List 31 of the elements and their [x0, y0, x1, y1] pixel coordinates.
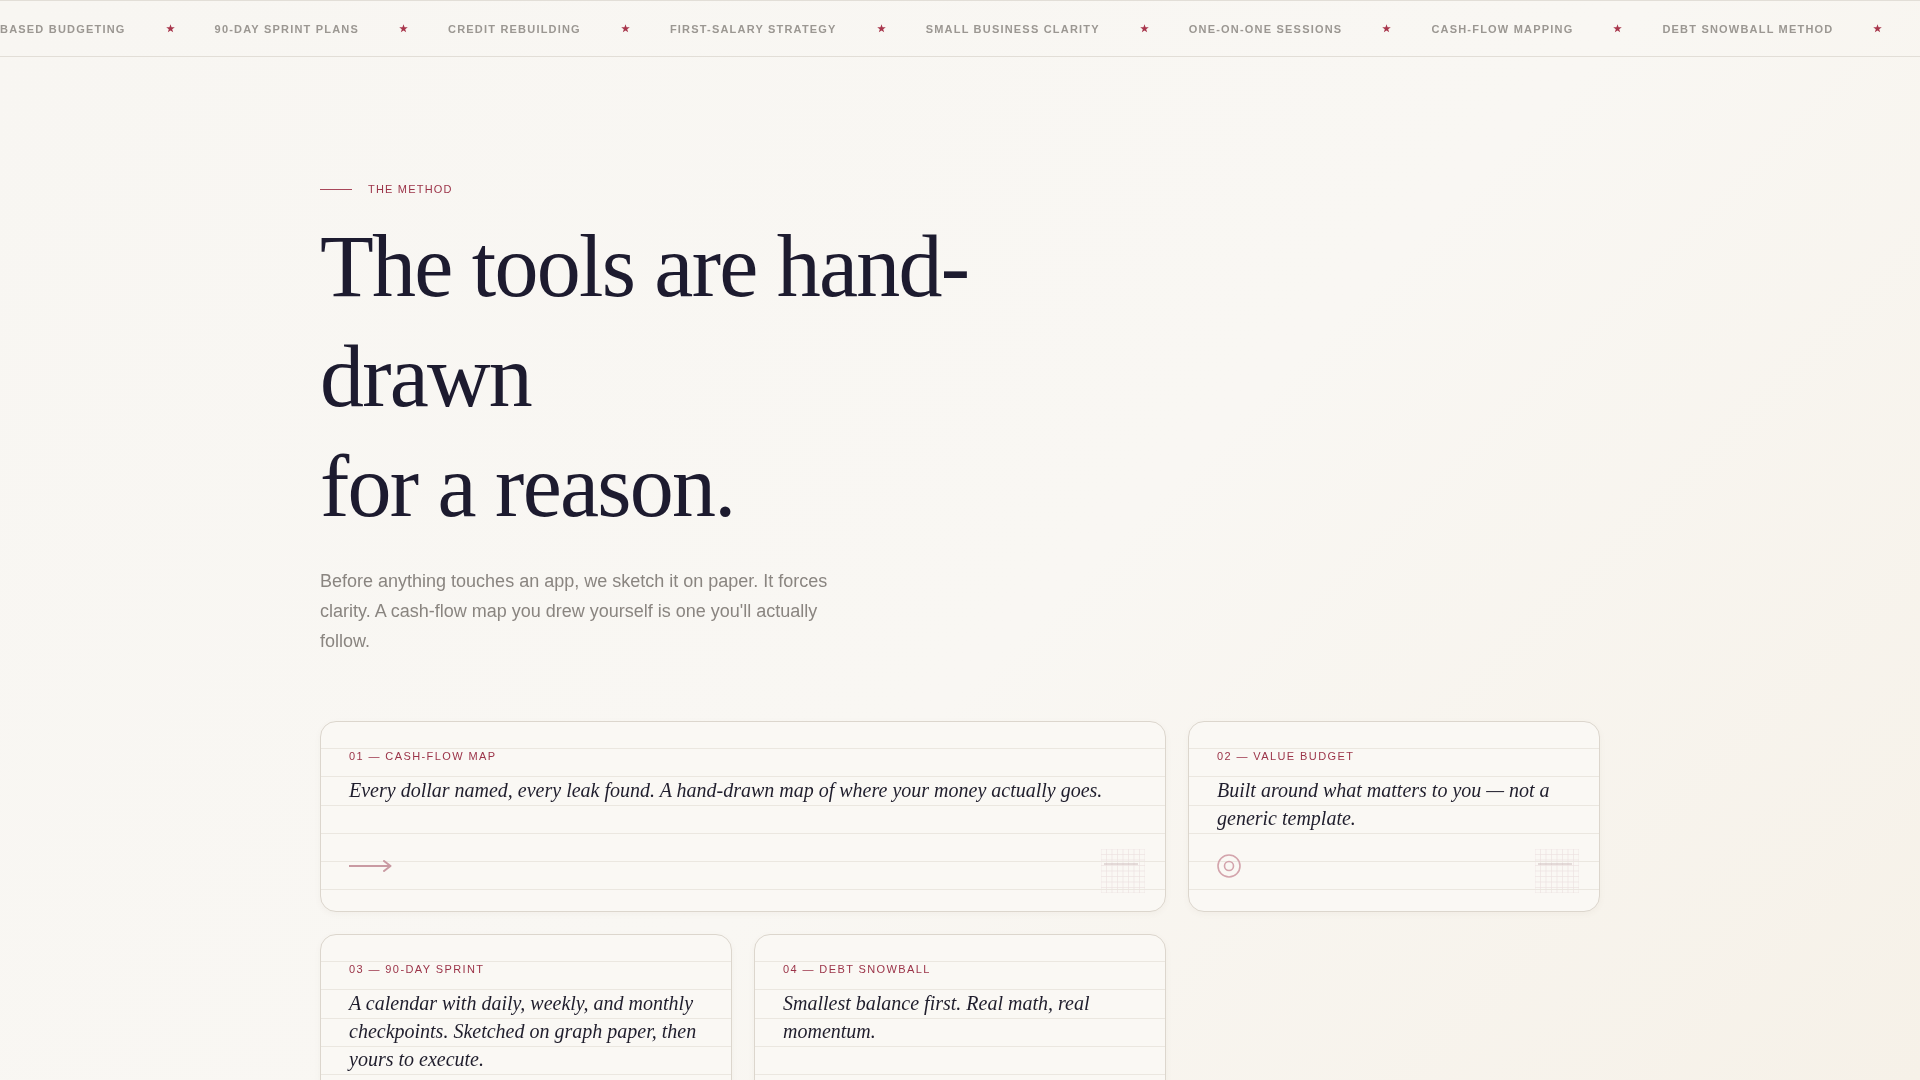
- ticker-item: CASH-FLOW MAPPING: [1431, 22, 1574, 35]
- card-description: Every dollar named, every leak found. A hand-drawn map of where your money actually goes.: [349, 778, 1104, 804]
- ticker-item: 90-DAY SPRINT PLANS: [214, 22, 359, 35]
- intro-paragraph: Before anything touches an app, we sketch it on paper. It forces clarity. A cash-flow map you drew yourself is one you'll actually follow.: [320, 570, 829, 653]
- card-label: 03 — 90-DAY SPRINT: [349, 962, 485, 976]
- star-icon: [620, 24, 630, 33]
- card-label: 04 — DEBT SNOWBALL: [783, 962, 931, 976]
- ticker-item: DEBT SNOWBALL METHOD: [1662, 22, 1834, 35]
- star-icon: [1613, 24, 1623, 33]
- ticker-item: SMALL BUSINESS CLARITY: [925, 22, 1100, 35]
- star-icon: [1873, 24, 1883, 33]
- section-heading: The tools are hand-drawn for a reason.: [320, 217, 970, 537]
- ticker-item: BASED BUDGETING: [0, 22, 126, 35]
- arrow-icon: [349, 860, 392, 872]
- star-icon: [1139, 24, 1149, 33]
- star-icon: [1382, 24, 1392, 33]
- graph-paper-icon: [1535, 849, 1579, 893]
- graph-paper-icon: [1101, 849, 1145, 893]
- card-description: A calendar with daily, weekly, and monthly checkpoints. Sketched on graph paper, then yours to execute.: [349, 991, 698, 1073]
- star-icon: [876, 24, 886, 33]
- card-description: Smallest balance first. Real math, real momentum.: [783, 991, 1091, 1044]
- card-description: Built around what matters to you — not a generic template.: [1217, 778, 1551, 832]
- section-eyebrow: THE METHOD: [368, 182, 453, 197]
- target-icon: [1217, 854, 1241, 878]
- ticker-item: CREDIT REBUILDING: [448, 22, 581, 35]
- star-icon: [165, 24, 175, 33]
- ticker-item: FIRST-SALARY STRATEGY: [669, 22, 837, 35]
- card-label: 01 — CASH-FLOW MAP: [349, 749, 497, 763]
- star-icon: [399, 24, 408, 33]
- card-label: 02 — VALUE BUDGET: [1217, 749, 1355, 763]
- ticker-item: ONE-ON-ONE SESSIONS: [1188, 22, 1343, 35]
